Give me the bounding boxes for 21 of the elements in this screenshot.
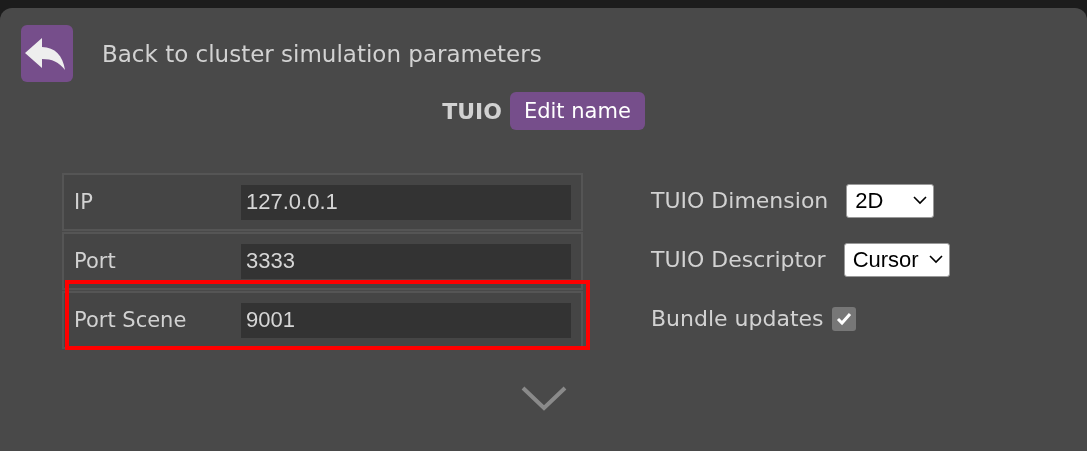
dropdown[interactable]: 2D [846, 183, 935, 218]
caret-icon [913, 196, 928, 205]
input-field[interactable]: 127.0.0.1 [241, 184, 571, 220]
field-label: Port Scene [74, 308, 188, 332]
back-arrow-icon [25, 35, 65, 72]
option-label: Bundle updates [651, 306, 824, 331]
back-link[interactable]: Back to cluster simulation parameters [102, 40, 542, 67]
chevron-down-icon[interactable] [519, 385, 568, 411]
dropdown[interactable]: Cursor [843, 242, 950, 277]
check-icon [835, 311, 852, 326]
input-field[interactable]: 3333 [241, 243, 571, 279]
checkbox[interactable] [831, 306, 856, 331]
device-name: TUIO [442, 98, 502, 124]
field-label: IP [74, 190, 94, 214]
edit-name-button[interactable]: Edit name [509, 92, 645, 130]
option-label: TUIO Dimension [651, 188, 829, 213]
input-field[interactable]: 9001 [241, 302, 571, 338]
back-button[interactable] [21, 25, 73, 82]
field-label: Port [74, 249, 117, 273]
caret-icon [928, 255, 943, 264]
option-label: TUIO Descriptor [651, 247, 826, 272]
